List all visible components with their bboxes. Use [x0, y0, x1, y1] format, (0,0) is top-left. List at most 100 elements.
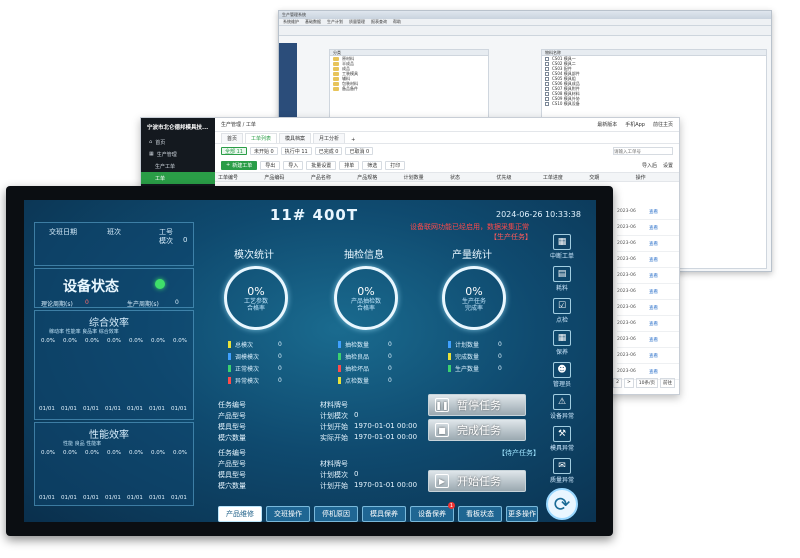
tab-work-orders[interactable]: 工单列表	[245, 133, 278, 143]
sidebar-item-home[interactable]: ⌂ 首页	[141, 136, 215, 148]
interrupt-order-button[interactable]: ▦ 中断工单	[542, 234, 582, 260]
view-link[interactable]: 查看	[649, 305, 658, 311]
view-link[interactable]: 查看	[649, 369, 658, 375]
column-header[interactable]: 产品名称	[308, 174, 354, 181]
task-field: 实际开始 1970-01-01 00:00	[320, 433, 417, 443]
next-page-button[interactable]: >	[623, 378, 634, 388]
column-header[interactable]: 工单进度	[540, 174, 586, 181]
task-field-label: 材料牌号	[320, 460, 348, 468]
nav-label: 更多操作	[508, 510, 536, 518]
pending-task-tag: 【待产任务】	[498, 449, 540, 457]
column-header[interactable]: 优先级	[493, 174, 539, 181]
table-row[interactable]: 2023-06 查看	[617, 252, 679, 268]
table-row[interactable]: 2023-06 查看	[617, 236, 679, 252]
view-link[interactable]: 查看	[649, 273, 658, 279]
bottom-nav-item[interactable]: 停机原因	[314, 506, 358, 522]
back-menu-item[interactable]: 基础数据	[305, 19, 321, 25]
tab-mold-archive[interactable]: 模具档案	[279, 133, 312, 143]
tab-home[interactable]: 首页	[221, 133, 244, 143]
top-action-link[interactable]: 前往主页	[653, 121, 673, 128]
add-tab-icon[interactable]: +	[347, 137, 359, 143]
list-item[interactable]: 备品备件	[330, 86, 488, 91]
material-button[interactable]: ▤ 耗料	[542, 266, 582, 292]
view-link[interactable]: 查看	[649, 209, 658, 215]
table-row[interactable]: 2023-06 查看	[617, 204, 679, 220]
back-menu-item[interactable]: 报表查询	[371, 19, 387, 25]
pause-task-button[interactable]: ❚❚ 暂停任务	[428, 394, 526, 416]
quality-fault-button[interactable]: ✉ 质量异常	[542, 458, 582, 484]
back-menu-item[interactable]: 质量管理	[349, 19, 365, 25]
sidebar-item-work-orders[interactable]: 生产工单	[141, 160, 215, 172]
filter-chip[interactable]: 未开始 0	[249, 147, 278, 155]
table-row[interactable]: 2023-06 查看	[617, 300, 679, 316]
filter-chip[interactable]: 执行中 11	[280, 147, 312, 155]
column-header[interactable]: 产品规格	[354, 174, 400, 181]
filter-chip[interactable]: 已取消 0	[345, 147, 374, 155]
column-header[interactable]: 工单编号	[215, 174, 261, 181]
document-icon	[545, 91, 549, 96]
settings-link[interactable]: 设置	[663, 162, 673, 169]
view-link[interactable]: 查看	[649, 337, 658, 343]
top-action-link[interactable]: 最新版本	[597, 121, 617, 128]
view-link[interactable]: 查看	[649, 353, 658, 359]
import-after-link[interactable]: 导入后	[642, 162, 657, 169]
view-link[interactable]: 查看	[649, 241, 658, 247]
table-row[interactable]: 2023-06 查看	[617, 348, 679, 364]
refresh-icon[interactable]: ⟳	[546, 488, 578, 520]
table-row[interactable]: 2023-06 查看	[617, 316, 679, 332]
sidebar-item-production[interactable]: ▦ 生产管理	[141, 148, 215, 160]
print-button[interactable]: 打印	[385, 160, 406, 170]
bottom-nav-item[interactable]: 看板状态	[458, 506, 502, 522]
finish-task-button[interactable]: ■ 完成任务	[428, 419, 526, 441]
bottom-nav-item[interactable]: 交班操作	[266, 506, 310, 522]
bottom-nav-item[interactable]: 模具保养	[362, 506, 406, 522]
page-button[interactable]: 2	[613, 378, 622, 388]
device-fault-button[interactable]: ⚠ 设备异常	[542, 394, 582, 420]
inspect-legend-item: 抽检良品 0	[338, 352, 392, 361]
filter-chip[interactable]: 已完成 0	[314, 147, 343, 155]
task-field: 计划开始 1970-01-01 00:00	[320, 422, 417, 432]
admin-button[interactable]: ☻ 管理员	[542, 362, 582, 388]
tool-icon: ⚒	[553, 426, 571, 442]
column-header[interactable]: 状态	[447, 174, 493, 181]
batch-set-button[interactable]: 批量设置	[306, 160, 337, 170]
export-button[interactable]: 导出	[260, 160, 281, 170]
bottom-nav-item[interactable]: 设备保养	[410, 506, 454, 522]
sidebar-item-order[interactable]: 工单	[141, 172, 215, 184]
filter-button[interactable]: 筛选	[362, 160, 383, 170]
column-header[interactable]: 产品编码	[261, 174, 307, 181]
view-link[interactable]: 查看	[649, 257, 658, 263]
jump-button[interactable]: 前往	[660, 378, 675, 388]
maintenance-button[interactable]: ▦ 保养	[542, 330, 582, 356]
column-header[interactable]: 交期	[586, 174, 632, 181]
view-link[interactable]: 查看	[649, 321, 658, 327]
inspection-info-title: 抽检信息	[344, 250, 384, 261]
table-row[interactable]: 2023-06 查看	[617, 268, 679, 284]
page-size-select[interactable]: 10条/页	[635, 378, 658, 388]
inspection-button[interactable]: ☑ 点检	[542, 298, 582, 324]
table-row[interactable]: 2023-06 查看	[617, 332, 679, 348]
bottom-nav-item[interactable]: 更多操作	[506, 506, 538, 522]
mold-fault-button[interactable]: ⚒ 模具异常	[542, 426, 582, 452]
task-completion-gauge: 0% 生产任务 完成率	[442, 266, 506, 330]
bottom-nav-item[interactable]: 产品维修	[218, 506, 262, 522]
back-menu-item[interactable]: 帮助	[393, 19, 401, 25]
import-button[interactable]: 导入	[283, 160, 304, 170]
schedule-button[interactable]: 排单	[339, 160, 360, 170]
tab-analysis[interactable]: 月工分析	[313, 133, 346, 143]
search-input[interactable]	[613, 147, 673, 155]
table-row[interactable]: 2023-06 查看	[617, 284, 679, 300]
new-order-button[interactable]: + 新建工单	[221, 160, 258, 170]
column-header[interactable]: 操作	[633, 174, 679, 181]
filter-chip[interactable]: 全部 11	[221, 147, 247, 155]
start-task-button[interactable]: ▶ 开始任务	[428, 470, 526, 492]
view-link[interactable]: 查看	[649, 225, 658, 231]
back-menu-item[interactable]: 系统维护	[283, 19, 299, 25]
back-menu-item[interactable]: 生产计划	[327, 19, 343, 25]
table-row[interactable]: 2023-06 查看	[617, 220, 679, 236]
column-header[interactable]: 计划数量	[401, 174, 447, 181]
view-link[interactable]: 查看	[649, 289, 658, 295]
list-item[interactable]: CS10 模具设备	[542, 101, 766, 106]
top-action-link[interactable]: 手机App	[625, 121, 645, 128]
nav-label: 交班操作	[274, 510, 302, 518]
